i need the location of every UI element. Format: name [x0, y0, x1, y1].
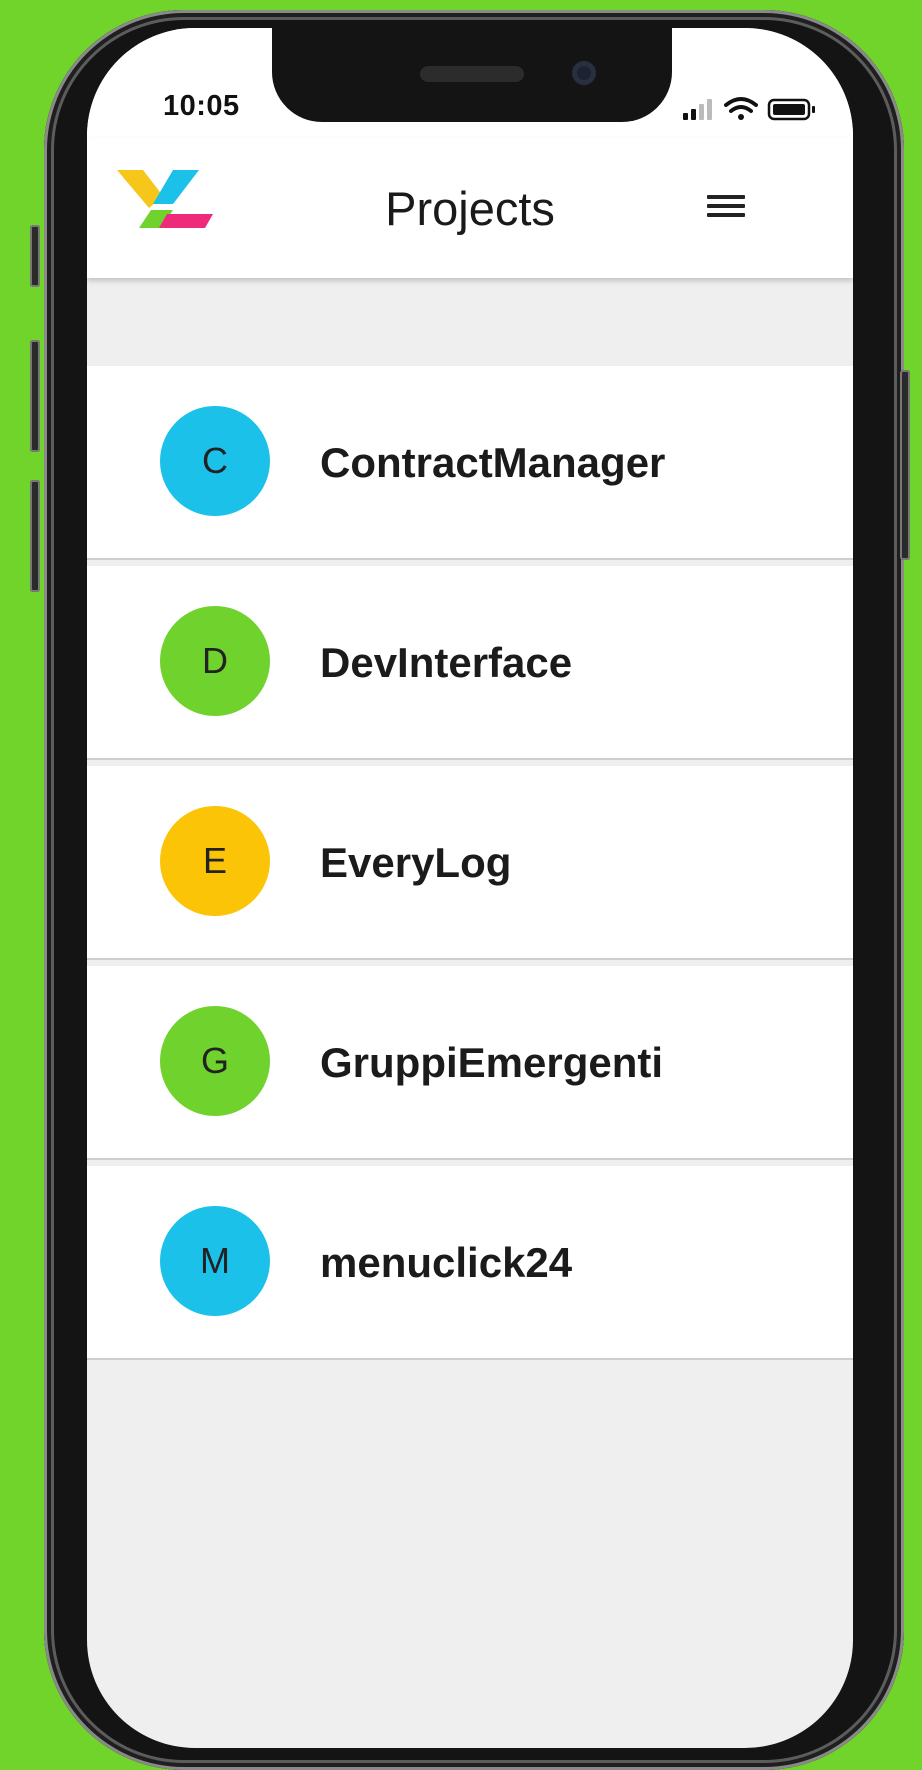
- project-item-everylog[interactable]: E EveryLog: [87, 766, 853, 960]
- project-name: menuclick24: [320, 1239, 573, 1286]
- project-item-gruppiemergenti[interactable]: G GruppiEmergenti: [87, 966, 853, 1160]
- project-avatar: C: [160, 406, 270, 516]
- project-avatar: M: [160, 1206, 270, 1316]
- cellular-signal-icon: [683, 99, 712, 120]
- project-item-contractmanager[interactable]: C ContractManager: [87, 366, 853, 560]
- avatar-initial: M: [200, 1240, 230, 1281]
- battery-icon: [767, 98, 815, 121]
- avatar-initial: E: [202, 840, 227, 881]
- status-icons: [681, 94, 821, 124]
- project-name: GruppiEmergenti: [320, 1039, 664, 1086]
- avatar-initial: D: [202, 640, 228, 681]
- status-time: 10:05: [163, 90, 240, 122]
- wifi-icon: [724, 97, 758, 120]
- avatar-initial: G: [200, 1040, 229, 1081]
- project-list: C ContractManager D DevInterface E Every…: [87, 366, 853, 1366]
- app-header: Projects: [87, 138, 853, 278]
- project-name: EveryLog: [320, 839, 512, 886]
- hamburger-menu-button[interactable]: [699, 176, 759, 236]
- project-item-menuclick24[interactable]: M menuclick24: [87, 1166, 853, 1360]
- front-camera: [572, 61, 596, 85]
- project-name: ContractManager: [320, 439, 666, 486]
- power-button: [900, 370, 910, 560]
- speaker-grille: [420, 66, 524, 82]
- phone-screen: 10:05 Projects C ContractManager D DevIn…: [87, 28, 853, 1748]
- hamburger-menu-icon: [707, 195, 745, 217]
- avatar-initial: C: [202, 440, 228, 481]
- project-avatar: G: [160, 1006, 270, 1116]
- silent-switch: [30, 225, 40, 287]
- volume-down-button: [30, 480, 40, 592]
- notch: [272, 28, 672, 122]
- project-item-devinterface[interactable]: D DevInterface: [87, 566, 853, 760]
- project-avatar: D: [160, 606, 270, 716]
- volume-up-button: [30, 340, 40, 452]
- status-bar: 10:05: [87, 28, 853, 138]
- project-avatar: E: [160, 806, 270, 916]
- project-name: DevInterface: [320, 639, 573, 686]
